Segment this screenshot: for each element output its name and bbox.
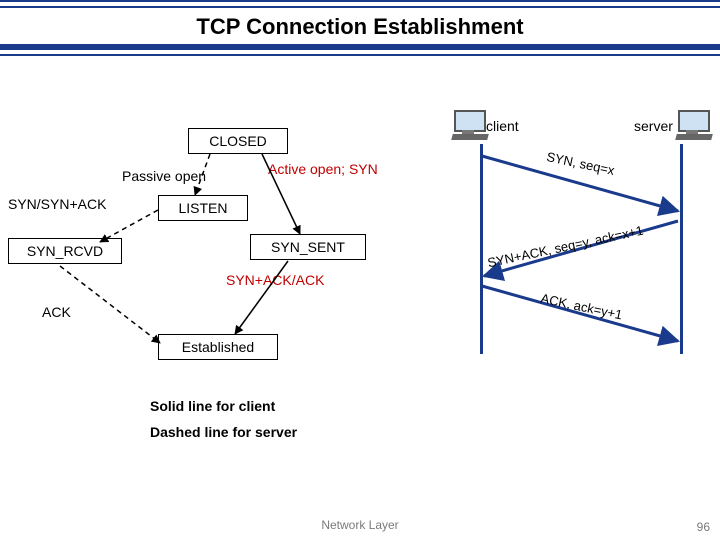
label-passive-open: Passive open — [122, 168, 206, 184]
state-syn-rcvd: SYN_RCVD — [8, 238, 122, 264]
slide-title: TCP Connection Establishment — [0, 8, 720, 44]
server-label: server — [634, 118, 673, 134]
server-lifeline — [680, 144, 683, 354]
legend-server: Dashed line for server — [150, 424, 297, 440]
label-ack: ACK — [42, 304, 71, 320]
state-established: Established — [158, 334, 278, 360]
footer-text: Network Layer — [0, 518, 720, 532]
state-closed: CLOSED — [188, 128, 288, 154]
msg-syn: SYN, seq=x — [545, 149, 616, 178]
label-active-open: Active open; SYN — [268, 162, 368, 177]
label-synack-ack: SYN+ACK/ACK — [226, 272, 324, 288]
state-listen: LISTEN — [158, 195, 248, 221]
client-icon — [452, 110, 488, 140]
client-label: client — [486, 118, 519, 134]
legend-client: Solid line for client — [150, 398, 275, 414]
state-arrows — [0, 56, 430, 486]
state-syn-sent: SYN_SENT — [250, 234, 366, 260]
msg-ack: ACK, ack=y+1 — [539, 291, 623, 323]
diagram-stage: CLOSED Passive open Active open; SYN LIS… — [0, 56, 720, 496]
client-lifeline — [480, 144, 483, 354]
seq-arrows — [0, 56, 720, 486]
msg-synack: SYN+ACK, seq=y, ack=x+1 — [486, 223, 644, 271]
server-icon — [676, 110, 712, 140]
slide-number: 96 — [697, 520, 710, 534]
label-syn-synack: SYN/SYN+ACK — [8, 196, 106, 212]
header: TCP Connection Establishment — [0, 0, 720, 56]
